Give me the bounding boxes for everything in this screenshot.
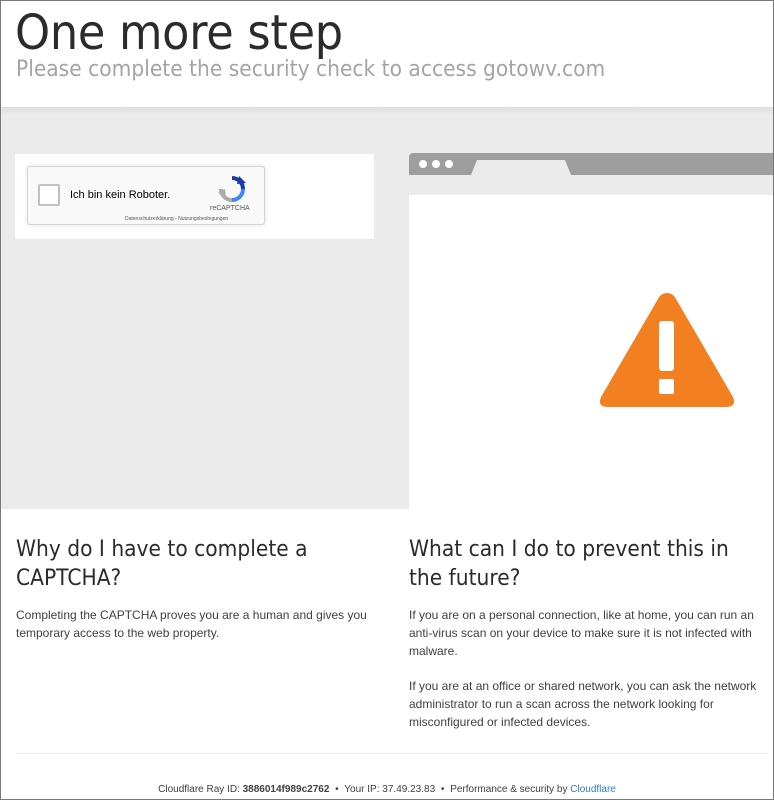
why-heading: Why do I have to complete a CAPTCHA? <box>16 537 308 591</box>
perf-label: Performance & security by <box>450 784 571 795</box>
recaptcha-brand: reCAPTCHA <box>210 205 250 212</box>
cloudflare-link[interactable]: Cloudflare <box>570 784 616 795</box>
footer: Cloudflare Ray ID: 3886014f989c2762 • Yo… <box>1 784 773 795</box>
browser-dot-icon <box>445 160 453 168</box>
ip-label: Your IP: <box>344 784 383 795</box>
page-subtitle: Please complete the security check to ac… <box>16 57 606 82</box>
captcha-band: Ich bin kein Roboter. reCAPTCHA Datensch… <box>1 107 773 509</box>
prevent-body-2: If you are at an office or shared networ… <box>409 679 757 729</box>
recaptcha-links: Datenschutzerklärung - Nutzungsbedingung… <box>125 216 228 222</box>
browser-bar <box>409 153 773 175</box>
prevent-body-1: If you are on a personal connection, lik… <box>409 608 754 658</box>
footer-bullet: • <box>335 784 339 795</box>
footer-bullet: • <box>440 784 445 795</box>
browser-tab <box>471 160 571 175</box>
recaptcha-widget: Ich bin kein Roboter. reCAPTCHA Datensch… <box>27 166 265 225</box>
recaptcha-logo-icon <box>218 176 246 202</box>
ip-value: 37.49.23.83 <box>382 784 436 795</box>
recaptcha-checkbox[interactable] <box>38 184 60 206</box>
warning-triangle-icon <box>599 293 735 407</box>
browser-body <box>409 195 773 509</box>
terms-link[interactable]: Nutzungsbedingungen <box>178 216 228 222</box>
browser-dot-icon <box>432 160 440 168</box>
page-header: One more step Please complete the securi… <box>1 1 773 107</box>
browser-illustration <box>409 153 773 509</box>
captcha-container: Ich bin kein Roboter. reCAPTCHA Datensch… <box>15 154 374 239</box>
recaptcha-label: Ich bin kein Roboter. <box>70 189 171 201</box>
privacy-link[interactable]: Datenschutzerklärung <box>125 216 174 222</box>
page-title: One more step <box>15 5 343 61</box>
ray-id: 3886014f989c2762 <box>242 784 330 795</box>
why-body: Completing the CAPTCHA proves you are a … <box>16 608 367 640</box>
prevent-heading: What can I do to prevent this in the fut… <box>409 537 729 591</box>
ray-label: Cloudflare Ray ID: <box>158 784 243 795</box>
prevent-section: What can I do to prevent this in the fut… <box>409 535 769 731</box>
footer-divider <box>16 753 768 754</box>
browser-dot-icon <box>419 160 427 168</box>
why-section: Why do I have to complete a CAPTCHA? Com… <box>16 535 376 642</box>
